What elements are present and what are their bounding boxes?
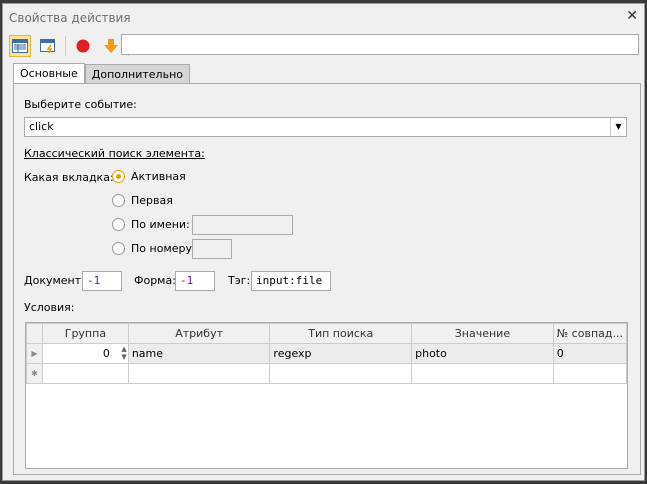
- tab-name-input[interactable]: [192, 215, 293, 235]
- tag-label: Тэг:: [228, 274, 251, 287]
- window-title: Свойства действия: [9, 11, 131, 25]
- new-row-icon: ✱: [26, 363, 43, 384]
- table-row[interactable]: ▶ 0 ▲ ▼ name regexp photo 0: [26, 343, 628, 364]
- col-group[interactable]: Группа: [41, 323, 129, 344]
- tab-advanced[interactable]: Дополнительно: [84, 64, 190, 83]
- tab-main[interactable]: Основные: [13, 63, 85, 83]
- toolbar: [9, 34, 129, 58]
- conditions-grid[interactable]: Группа Атрибут Тип поиска Значение № совпад.…: [25, 322, 628, 469]
- document-input[interactable]: -1: [82, 271, 122, 291]
- document-label: Документ:: [24, 274, 85, 287]
- col-search-type[interactable]: Тип поиска: [269, 323, 413, 344]
- which-tab-label: Какая вкладка:: [24, 171, 114, 184]
- form-input[interactable]: -1: [175, 271, 215, 291]
- event-value: click: [29, 120, 54, 133]
- tag-input[interactable]: input:file: [251, 271, 331, 291]
- new-row[interactable]: ✱: [26, 363, 628, 384]
- event-select[interactable]: click ▼: [24, 117, 627, 137]
- spinner-arrows-icon: ▲ ▼: [121, 345, 127, 361]
- row-pointer-icon: ▶: [26, 343, 43, 364]
- tab-number-input[interactable]: [192, 239, 232, 259]
- close-icon[interactable]: ✕: [626, 8, 638, 24]
- arrow-down-icon[interactable]: [100, 35, 122, 57]
- main-tab-panel: Выберите событие: click ▼ Классический по…: [13, 83, 641, 475]
- col-match-number[interactable]: № совпад...: [552, 323, 628, 344]
- col-attribute[interactable]: Атрибут: [127, 323, 271, 344]
- chevron-down-icon[interactable]: ▼: [610, 118, 626, 136]
- grid-header: Группа Атрибут Тип поиска Значение № совпад.…: [26, 323, 628, 344]
- toolbar-input[interactable]: [121, 34, 639, 55]
- radio-by-number[interactable]: По номеру:: [112, 242, 196, 255]
- action-properties-dialog: Свойства действия ✕ Основные Дополнитель…: [2, 3, 645, 481]
- classic-search-heading: Классический поиск элемента:: [24, 147, 205, 160]
- radio-first[interactable]: Первая: [112, 194, 173, 207]
- event-label: Выберите событие:: [24, 98, 137, 111]
- form-label: Форма:: [134, 274, 176, 287]
- group-spinner[interactable]: 0 ▲ ▼: [41, 343, 129, 364]
- record-button[interactable]: [72, 35, 94, 57]
- radio-by-name[interactable]: По имени:: [112, 218, 190, 231]
- radio-active[interactable]: Активная: [112, 170, 186, 183]
- properties-view-button[interactable]: [9, 35, 31, 57]
- window-event-button[interactable]: [37, 35, 59, 57]
- col-value[interactable]: Значение: [411, 323, 554, 344]
- conditions-label: Условия:: [24, 301, 75, 314]
